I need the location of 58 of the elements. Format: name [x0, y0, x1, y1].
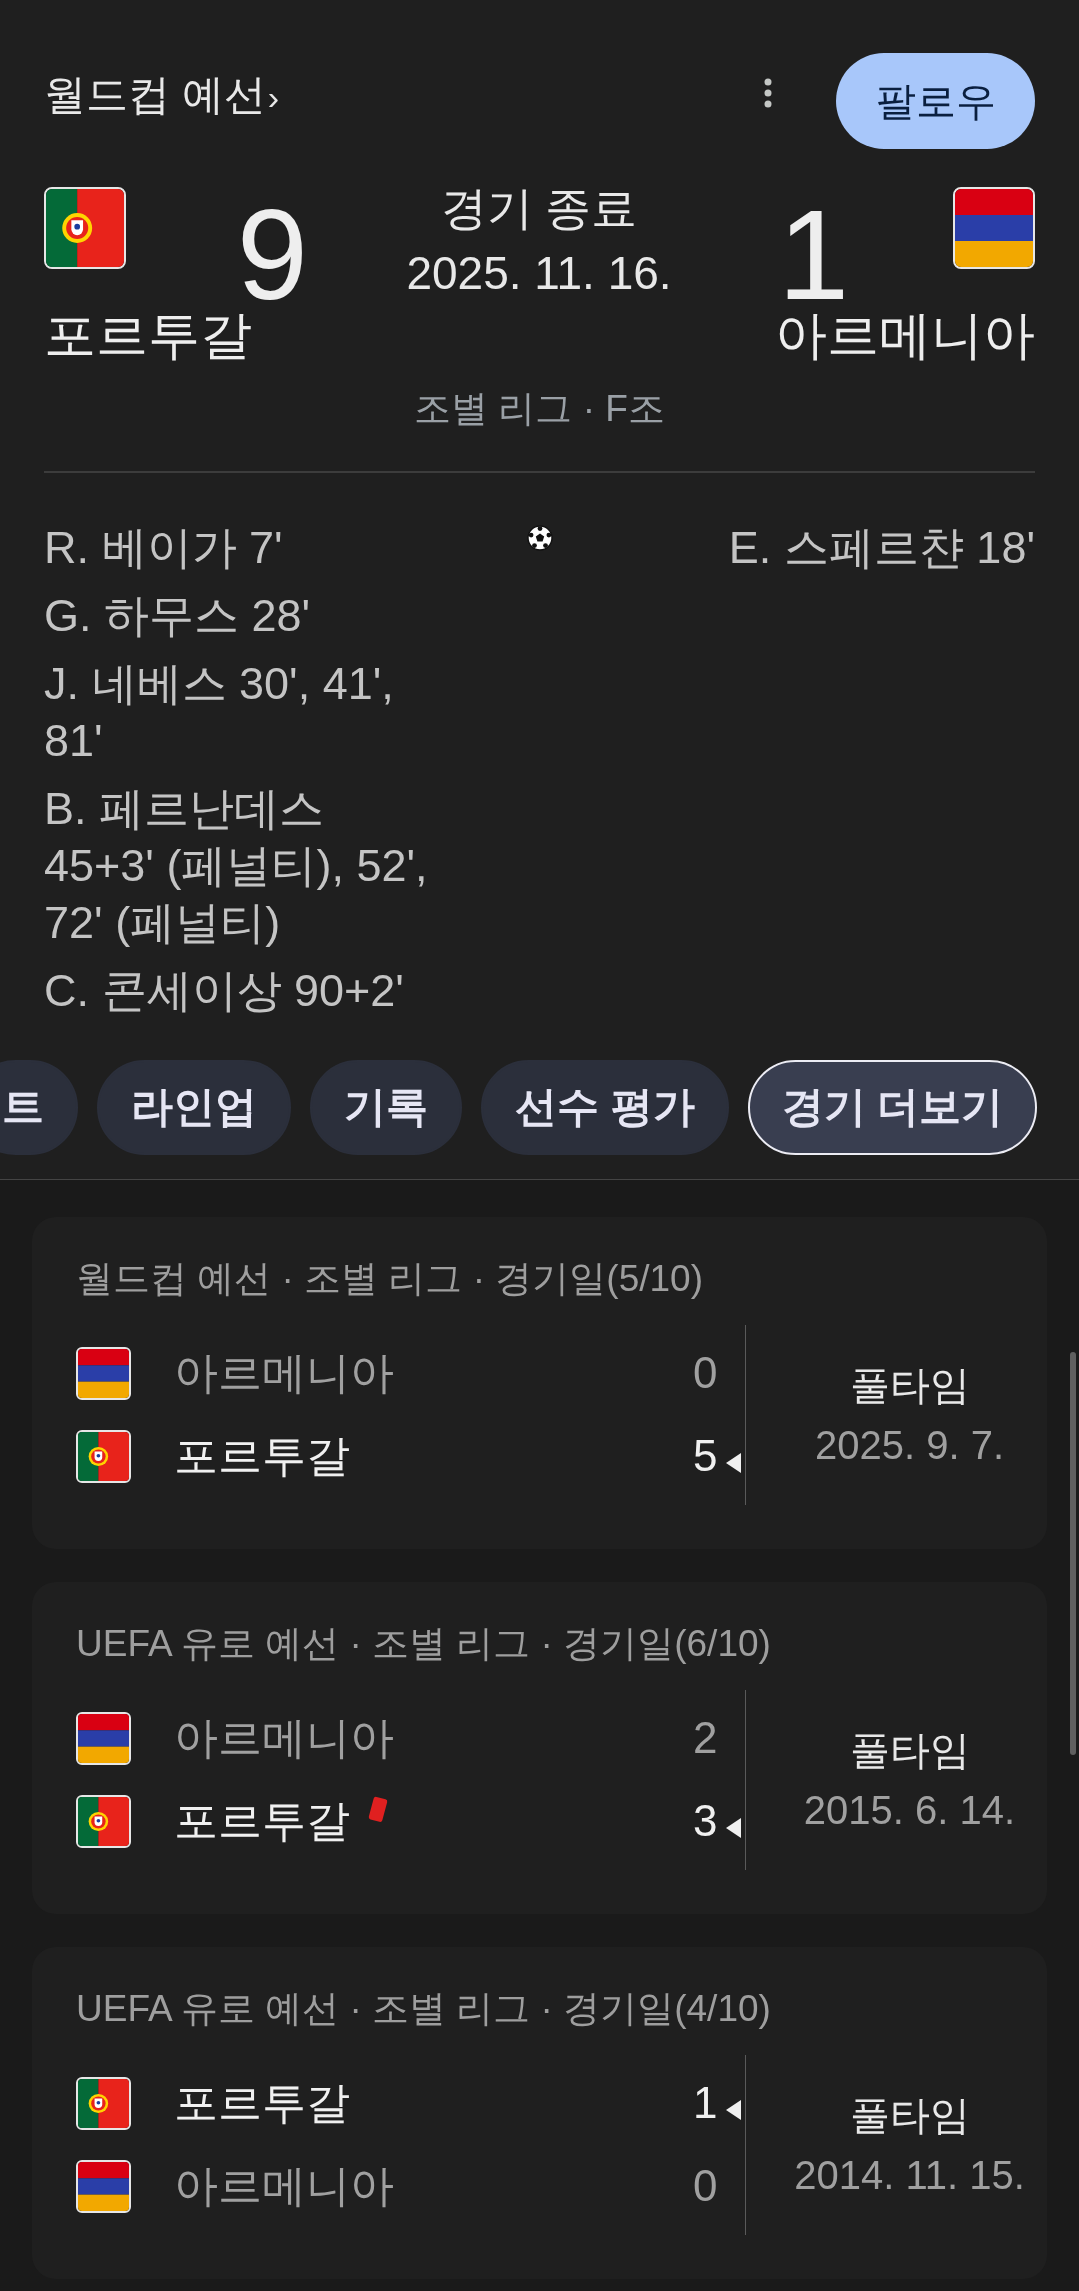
match-stage: 조별 리그 · F조: [413, 387, 666, 431]
flag-icon: [76, 1429, 131, 1483]
goal-scorer: C. 콘세이상 90+2': [44, 963, 405, 1018]
team-score: 0: [693, 2160, 718, 2212]
match-title: UEFA 유로 예선 · 조별 리그 · 경기일(4/10): [76, 1986, 772, 2031]
match-date: 2014. 11. 15.: [794, 2151, 1025, 2199]
team-name: 포르투갈: [174, 1430, 350, 1482]
team-score: 3: [693, 1795, 718, 1847]
goal-scorer: J. 네베스 30', 41', 81': [44, 656, 395, 768]
team-name: 포르투갈: [174, 1795, 350, 1847]
team-score: 0: [693, 1347, 718, 1399]
goal-scorer: G. 하무스 28': [44, 588, 312, 643]
more-icon[interactable]: [764, 78, 772, 108]
flag-icon: [44, 187, 126, 269]
team-name: 아르메니아: [775, 305, 1035, 365]
goal-scorer: R. 베이가 7': [44, 520, 284, 575]
goal-scorer: E. 스페르챤 18': [727, 520, 1035, 575]
match-date: 2015. 6. 14.: [803, 1786, 1016, 1834]
tab[interactable]: 기록: [310, 1059, 462, 1155]
tab[interactable]: 경기 더보기: [747, 1059, 1038, 1155]
match-title: 월드컵 예선 · 조별 리그 · 경기일(5/10): [76, 1256, 704, 1301]
follow-button[interactable]: 팔로우: [836, 53, 1035, 149]
flag-icon: [76, 2159, 131, 2213]
tab[interactable]: 라인업: [97, 1059, 291, 1155]
flag-icon: [76, 1794, 131, 1848]
pointer-icon: [725, 2100, 741, 2120]
team-score: 2: [693, 1712, 718, 1764]
match-status: 풀타임: [849, 2091, 970, 2139]
pointer-icon: [725, 1818, 741, 1838]
scrollbar[interactable]: [1070, 1352, 1076, 1755]
tab[interactable]: 선수 평가: [481, 1059, 729, 1155]
team-score: 5: [693, 1430, 718, 1482]
team-name: 아르메니아: [174, 2160, 394, 2212]
team-score: 9: [236, 205, 308, 305]
flag-icon: [76, 2076, 131, 2130]
team-name: 포르투갈: [44, 305, 253, 365]
flag-icon: [953, 187, 1035, 269]
match-card[interactable]: UEFA 유로 예선 · 조별 리그 · 경기일(6/10) 아르메니아 2 포르투갈 3 풀타임 2015. 6. 14.: [32, 1581, 1047, 1914]
match-date: 2025. 9. 7.: [814, 1421, 1004, 1469]
team-name: 아르메니아: [174, 1712, 394, 1764]
team-name: 포르투갈: [174, 2077, 350, 2129]
match-date: 2025. 11. 16.: [406, 246, 672, 301]
competition-link[interactable]: 월드컵 예선›: [44, 65, 764, 127]
soccer-ball-icon: [526, 524, 553, 551]
match-card[interactable]: 월드컵 예선 · 조별 리그 · 경기일(5/10) 아르메니아 0 포르투갈 5 풀타임 2025. 9. 7.: [32, 1216, 1047, 1549]
match-status: 풀타임: [849, 1726, 970, 1774]
match-status: 경기 종료: [440, 181, 638, 236]
goal-scorer: B. 페르난데스 45+3' (페널티), 52', 72' (페널티): [44, 781, 429, 950]
flag-icon: [76, 1711, 131, 1765]
tab[interactable]: 트: [0, 1059, 78, 1155]
match-status: 풀타임: [849, 1361, 970, 1409]
flag-icon: [76, 1346, 131, 1400]
team-score: 1: [693, 2077, 718, 2129]
team-score: 1: [778, 205, 850, 305]
match-title: UEFA 유로 예선 · 조별 리그 · 경기일(6/10): [76, 1621, 772, 1666]
match-card[interactable]: UEFA 유로 예선 · 조별 리그 · 경기일(4/10) 포르투갈 1 아르메니아 0 풀타임 2014. 11. 15.: [32, 1946, 1047, 2279]
team-name: 아르메니아: [174, 1347, 394, 1399]
pointer-icon: [725, 1453, 741, 1473]
